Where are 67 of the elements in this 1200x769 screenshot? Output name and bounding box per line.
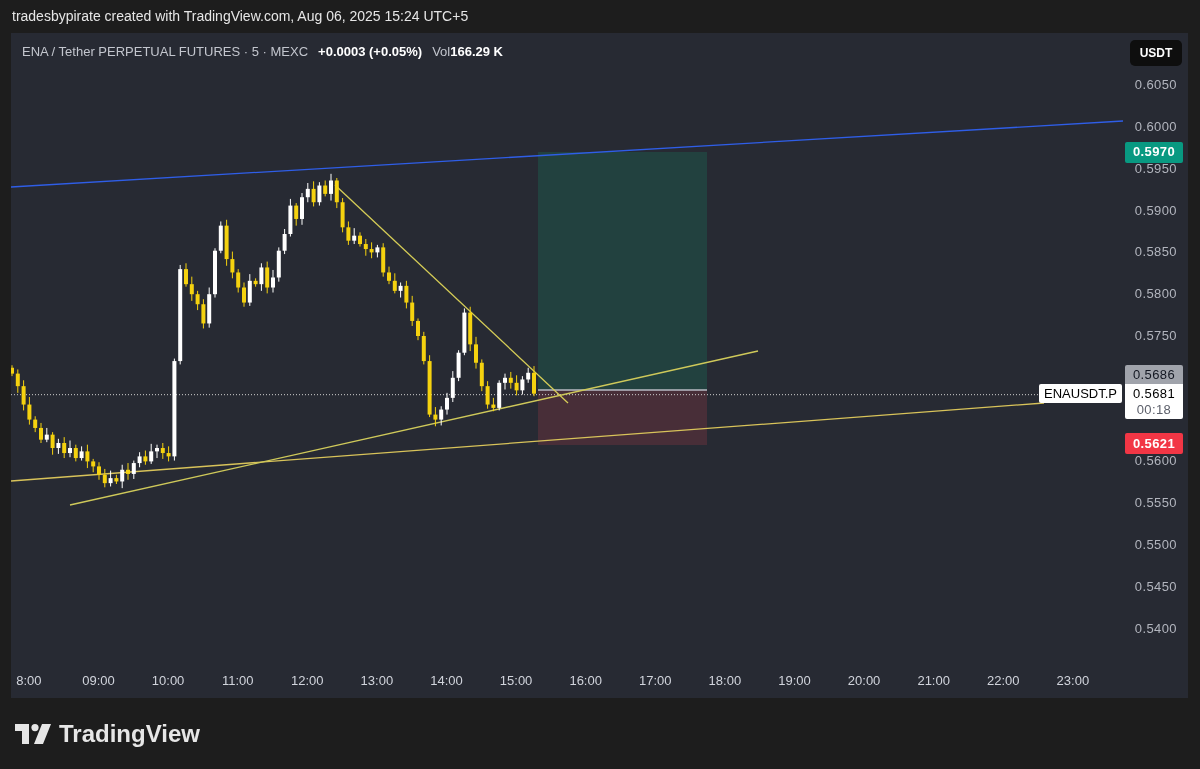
time-label: 18:00 (708, 673, 742, 689)
bearish-candle (532, 365, 536, 397)
price-label: 0.5400 (1134, 620, 1177, 637)
bearish-candle (311, 180, 316, 207)
bearish-candle (143, 450, 148, 466)
price-label: 0.5600 (1134, 453, 1177, 470)
price-label: 0.5750 (1134, 328, 1177, 344)
time-label: 22:00 (987, 673, 1020, 689)
bullish-candle (44, 427, 49, 443)
bullish-candle (375, 244, 380, 258)
currency-button[interactable]: USDT (1130, 40, 1182, 66)
bearish-candle (294, 202, 299, 227)
bullish-candle (317, 181, 322, 207)
time-label: 09:00 (82, 673, 115, 689)
volume-label: Vol (432, 43, 451, 61)
bearish-candle (323, 180, 328, 197)
price-label: 0.5450 (1134, 578, 1177, 595)
time-label: 14:00 (430, 673, 463, 689)
price-label: 0.5900 (1134, 202, 1177, 219)
time-label: 11:00 (221, 673, 254, 689)
bullish-candle (56, 438, 61, 455)
price-label: 0.5800 (1134, 286, 1177, 303)
time-label: 15:00 (499, 673, 533, 689)
time-label: 16:00 (569, 673, 602, 689)
time-label: 12:00 (291, 673, 324, 689)
bearish-candle (50, 431, 55, 456)
bullish-candle (398, 282, 403, 299)
countdown-timer: 00:18 (1136, 403, 1172, 418)
price-label: 0.6000 (1134, 119, 1177, 135)
price-label: 0.5950 (1134, 160, 1177, 177)
price-label: 0.6050 (1134, 77, 1177, 94)
symbol-title: ENA / Tether PERPETUAL FUTURES · 5 · MEXC (22, 43, 309, 61)
price-label: 0.5550 (1134, 495, 1177, 512)
logo-icon (15, 723, 51, 744)
bearish-candle (73, 444, 78, 462)
symbol-badge: ENAUSDT.P (1039, 384, 1122, 404)
volume-value: 166.29 K (450, 43, 503, 61)
bearish-candle (126, 462, 130, 481)
stop-price-badge: 0.5621 (1125, 433, 1183, 455)
target-price-badge: 0.5970 (1125, 141, 1183, 163)
time-label: 13:00 (360, 673, 394, 689)
time-label: 19:00 (778, 673, 811, 689)
last-price-value: 0.5681 (1132, 385, 1176, 404)
price-change: +0.0003 (+0.05%) (318, 43, 423, 61)
bullish-candle (329, 173, 333, 202)
price-label: 0.5850 (1134, 244, 1177, 261)
time-label: 17:00 (639, 673, 672, 689)
time-label: 8:00 (16, 673, 42, 689)
time-label: 21:00 (917, 673, 950, 689)
bullish-candle (259, 262, 264, 292)
time-label: 23:00 (1056, 673, 1090, 689)
bullish-candle (108, 470, 113, 487)
bullish-candle (68, 440, 72, 458)
bearish-candle (253, 277, 258, 288)
bullish-candle (120, 464, 125, 489)
entry-price-badge: 0.5686 (1125, 365, 1183, 385)
bearish-candle (62, 436, 67, 459)
bearish-candle (265, 261, 270, 294)
bearish-candle (114, 474, 119, 485)
price-label: 0.5500 (1134, 537, 1177, 553)
bullish-candle (247, 273, 252, 307)
bullish-candle (352, 227, 357, 245)
bullish-candle (79, 445, 84, 462)
time-label: 10:00 (151, 673, 185, 689)
brand-name: TradingView (59, 721, 200, 746)
time-label: 20:00 (847, 673, 881, 689)
snapshot-caption: tradesbypirate created with TradingView.com, Aug 06, 2025 15:24 UTC+5 (12, 7, 469, 26)
